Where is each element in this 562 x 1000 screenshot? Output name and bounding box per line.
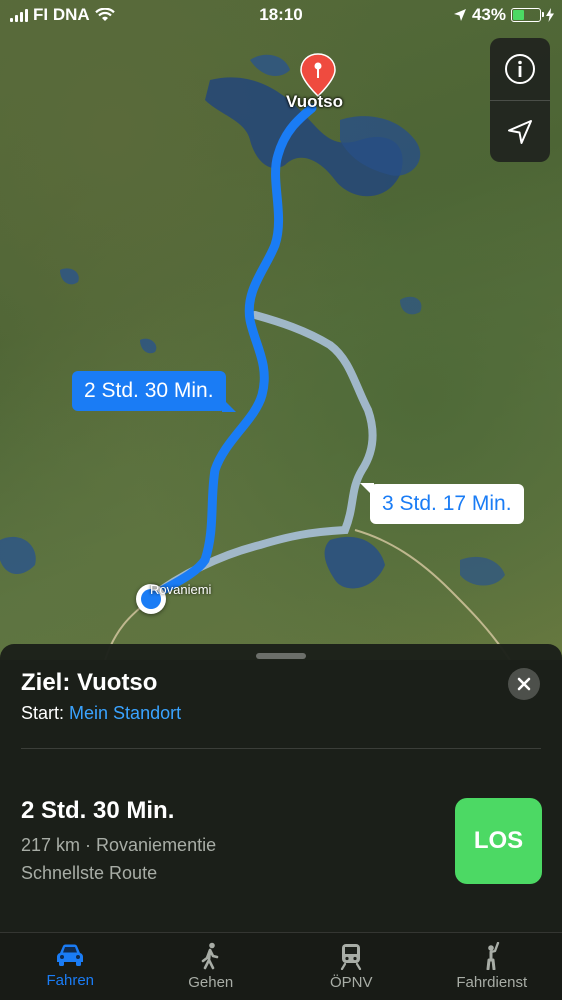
tab-transit[interactable]: ÖPNV <box>281 933 422 1000</box>
destination-map-label: Vuotso <box>286 92 343 111</box>
location-arrow-icon <box>508 119 532 144</box>
alternative-route-duration-bubble[interactable]: 3 Std. 17 Min. <box>360 483 524 524</box>
tab-walking[interactable]: Gehen <box>141 933 282 1000</box>
train-icon <box>341 944 362 970</box>
start-line: Start: Mein Standort <box>21 703 181 724</box>
tab-driving-label: Fahren <box>46 972 95 989</box>
close-button[interactable] <box>508 668 540 700</box>
tab-walking-label: Gehen <box>188 974 234 991</box>
route-duration[interactable]: 2 Std. 30 Min. <box>21 797 174 825</box>
map-view[interactable]: FI DNA 18:10 43% Vuotso Rovaniemi 2 Std.… <box>0 0 562 660</box>
tab-ride-hailing[interactable]: Fahrdienst <box>422 933 562 1000</box>
status-right: 43% <box>453 5 554 25</box>
battery-icon <box>511 8 544 22</box>
charging-bolt-icon <box>546 8 554 22</box>
map-info-button[interactable] <box>490 38 550 100</box>
tab-driving[interactable]: Fahren <box>0 933 141 1000</box>
route-details: 217 km · Rovaniementie <box>21 835 217 855</box>
car-icon <box>57 944 84 966</box>
go-button[interactable]: LOS <box>455 798 542 884</box>
map-controls <box>490 38 550 162</box>
destination-title: Ziel: Vuotso <box>21 669 158 696</box>
tab-ride-hailing-label: Fahrdienst <box>456 974 528 991</box>
divider <box>21 748 541 749</box>
primary-route-duration-bubble[interactable]: 2 Std. 30 Min. <box>72 371 236 412</box>
walking-icon <box>201 942 219 970</box>
info-icon <box>505 54 535 84</box>
close-icon <box>517 677 531 691</box>
start-prefix: Start: <box>21 703 65 723</box>
route-note: Schnellste Route <box>21 863 158 883</box>
origin-map-label: Rovaniemi <box>150 582 212 597</box>
track-location-button[interactable] <box>490 100 550 162</box>
location-services-icon <box>453 9 466 21</box>
battery-percent: 43% <box>471 5 506 24</box>
tab-transit-label: ÖPNV <box>329 974 373 991</box>
start-location-link[interactable]: Mein Standort <box>69 703 181 723</box>
status-bar: FI DNA 18:10 43% <box>0 0 562 30</box>
transport-tab-bar: Fahren Gehen ÖPNV Fahrdienst <box>0 932 562 1000</box>
map-terrain <box>0 54 511 660</box>
sheet-grabber[interactable] <box>256 653 306 659</box>
battery-fill <box>513 10 525 20</box>
hailing-person-icon <box>486 942 499 970</box>
